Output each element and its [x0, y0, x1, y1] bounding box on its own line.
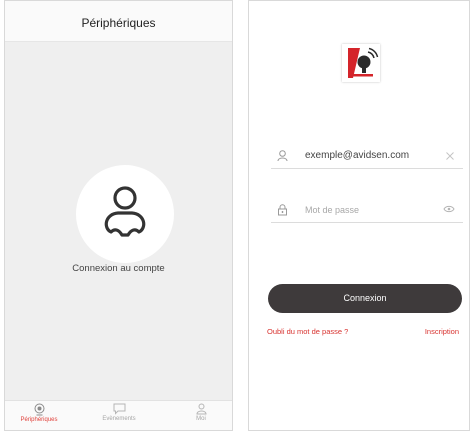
- camera-icon: [34, 403, 44, 416]
- bottom-tab-bar: Périphériques Evènements Moi: [5, 400, 232, 430]
- email-value: exemple@avidsen.com: [305, 150, 410, 161]
- login-button[interactable]: Connexion: [268, 284, 462, 313]
- forgot-password-link[interactable]: Oubli du mot de passe ?: [267, 327, 348, 336]
- message-icon: [113, 403, 125, 415]
- tab-events[interactable]: Evènements: [89, 403, 149, 422]
- tab-devices[interactable]: Périphériques: [9, 403, 69, 423]
- connect-account-label[interactable]: Connexion au compte: [5, 263, 232, 274]
- header-bar: Périphériques: [5, 1, 232, 42]
- devices-screen: Périphériques Connexion au compte Périph…: [4, 0, 233, 431]
- lock-icon: [278, 204, 287, 216]
- app-logo: [342, 44, 380, 82]
- user-icon: [277, 150, 288, 162]
- user-icon: [195, 403, 207, 415]
- tab-me-label: Moi: [196, 416, 206, 422]
- eye-icon[interactable]: [443, 205, 455, 213]
- page-title: Périphériques: [81, 16, 156, 30]
- status-bar: [5, 1, 232, 13]
- login-screen: exemple@avidsen.com Mot de passe Connexi…: [248, 0, 470, 431]
- user-icon: [104, 186, 146, 237]
- tab-me[interactable]: Moi: [171, 403, 231, 422]
- email-field[interactable]: exemple@avidsen.com: [271, 146, 463, 169]
- tab-events-label: Evènements: [102, 416, 136, 422]
- tab-devices-label: Périphériques: [20, 417, 58, 423]
- password-field[interactable]: Mot de passe: [271, 200, 463, 223]
- close-icon[interactable]: [445, 151, 455, 161]
- account-avatar-button[interactable]: [76, 165, 174, 263]
- app-logo-icon: [348, 47, 379, 78]
- password-placeholder: Mot de passe: [305, 205, 360, 215]
- signup-link[interactable]: Inscription: [425, 327, 459, 336]
